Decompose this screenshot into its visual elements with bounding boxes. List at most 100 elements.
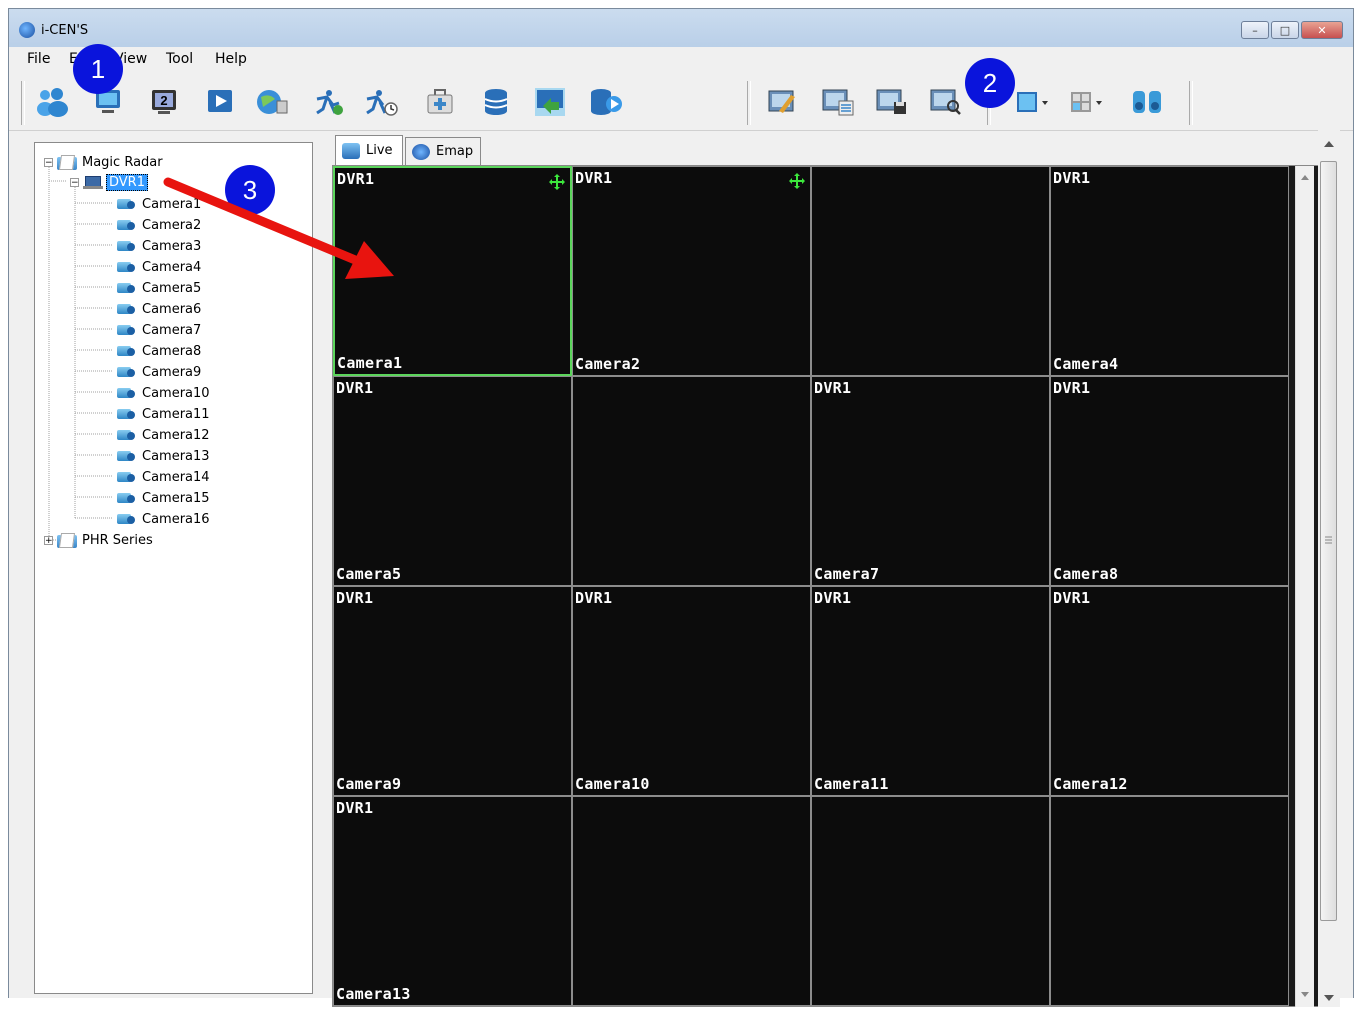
camera-cell[interactable]: [811, 166, 1050, 376]
tree-node-phr-series[interactable]: + PHR Series: [44, 530, 153, 550]
cell-dvr-label: DVR1: [1053, 379, 1091, 397]
tree-node-label: DVR1: [106, 173, 148, 191]
camera-cell[interactable]: DVR1 Camera10: [572, 586, 811, 796]
collapse-toggle[interactable]: −: [44, 157, 53, 167]
collapse-toggle[interactable]: −: [70, 177, 79, 187]
cell-dvr-label: DVR1: [336, 379, 374, 397]
tree-node-label: Camera15: [142, 490, 210, 506]
camera-cell[interactable]: DVR1 Camera11: [811, 586, 1050, 796]
image-search-icon[interactable]: [929, 85, 963, 119]
runner-icon[interactable]: [311, 85, 345, 119]
tree-node-magic-radar[interactable]: − Magic Radar: [44, 152, 163, 172]
tree-node-label: Camera8: [142, 343, 202, 359]
app-window: i-CEN'S – □ ✕ File Edit View Tool Help 2: [8, 8, 1354, 1007]
camera-icon: [115, 322, 137, 338]
binoculars-icon[interactable]: [1127, 85, 1167, 119]
device-tree[interactable]: − Magic Radar − DVR1 Camera1 Camera2 Cam…: [34, 142, 313, 994]
cell-dvr-label: DVR1: [336, 799, 374, 817]
cell-camera-label: Camera12: [1053, 775, 1128, 793]
grid-scrollbar[interactable]: [1295, 166, 1314, 1007]
play-icon[interactable]: [203, 85, 237, 119]
tree-node-camera[interactable]: Camera10: [115, 383, 210, 403]
tree-node-label: Camera7: [142, 322, 202, 338]
cell-camera-label: Camera1: [337, 354, 403, 372]
tree-node-camera[interactable]: Camera1: [115, 194, 201, 214]
expand-toggle[interactable]: +: [44, 535, 53, 545]
cell-dvr-label: DVR1: [336, 589, 374, 607]
tree-node-camera[interactable]: Camera3: [115, 236, 201, 256]
tree-node-label: Camera9: [142, 364, 202, 380]
globe-icon[interactable]: [255, 85, 289, 119]
camera-cell[interactable]: DVR1 Camera5: [333, 376, 572, 586]
image-save-icon[interactable]: [875, 85, 909, 119]
cell-dvr-label: DVR1: [814, 379, 852, 397]
close-button[interactable]: ✕: [1301, 21, 1343, 39]
tree-node-camera[interactable]: Camera5: [115, 278, 201, 298]
database-icon[interactable]: [479, 85, 513, 119]
menu-tool[interactable]: Tool: [166, 51, 193, 67]
tree-node-camera[interactable]: Camera14: [115, 467, 210, 487]
cell-dvr-label: DVR1: [575, 169, 613, 187]
camera-cell[interactable]: DVR1 Camera7: [811, 376, 1050, 586]
export-icon[interactable]: [533, 85, 567, 119]
camera-cell[interactable]: DVR1 Camera12: [1050, 586, 1289, 796]
camera-cell[interactable]: DVR1 Camera2: [572, 166, 811, 376]
tree-node-camera[interactable]: Camera16: [115, 509, 210, 529]
tree-node-label: Camera16: [142, 511, 210, 527]
camera-cell[interactable]: DVR1 Camera4: [1050, 166, 1289, 376]
camera-cell[interactable]: [572, 376, 811, 586]
move-icon[interactable]: [548, 173, 566, 191]
camera-cell[interactable]: DVR1 Camera13: [333, 796, 572, 1006]
image-list-icon[interactable]: [821, 85, 855, 119]
live-panel: Live Emap DVR1 Camera1 DVR1 Camera2 DVR1…: [325, 127, 1357, 1007]
tree-node-label: Camera11: [142, 406, 210, 422]
layout-split-icon[interactable]: [1067, 85, 1107, 119]
tree-node-dvr1[interactable]: − DVR1: [70, 172, 148, 192]
title-bar[interactable]: i-CEN'S – □ ✕: [9, 9, 1353, 47]
camera-cell[interactable]: DVR1 Camera1: [333, 166, 572, 376]
runner-clock-icon[interactable]: [365, 85, 399, 119]
camera-icon: [115, 364, 137, 380]
minimize-button[interactable]: –: [1241, 21, 1269, 39]
camera-cell[interactable]: DVR1 Camera9: [333, 586, 572, 796]
layout-grid-icon[interactable]: [1013, 85, 1053, 119]
tree-node-camera[interactable]: Camera12: [115, 425, 210, 445]
tree-node-camera[interactable]: Camera6: [115, 299, 201, 319]
menu-help[interactable]: Help: [215, 51, 247, 67]
users-icon[interactable]: [35, 85, 69, 119]
tree-node-camera[interactable]: Camera4: [115, 257, 201, 277]
maximize-button[interactable]: □: [1271, 21, 1299, 39]
tree-node-label: Camera3: [142, 238, 202, 254]
tab-live[interactable]: Live: [335, 135, 403, 165]
camera-cell[interactable]: DVR1 Camera8: [1050, 376, 1289, 586]
tree-node-camera[interactable]: Camera15: [115, 488, 210, 508]
tab-emap[interactable]: Emap: [405, 137, 481, 165]
menu-file[interactable]: File: [27, 51, 50, 67]
database-play-icon[interactable]: [589, 85, 623, 119]
camera-cell[interactable]: [1050, 796, 1289, 1006]
tree-node-camera[interactable]: Camera8: [115, 341, 201, 361]
tree-node-camera[interactable]: Camera13: [115, 446, 210, 466]
cell-camera-label: Camera2: [575, 355, 641, 373]
camera-cell[interactable]: [572, 796, 811, 1006]
camera-cell[interactable]: [811, 796, 1050, 1006]
camera-icon: [115, 196, 137, 212]
window-title: i-CEN'S: [41, 23, 89, 38]
tree-node-camera[interactable]: Camera9: [115, 362, 201, 382]
camera-icon: [115, 238, 137, 254]
toolbar-grip[interactable]: [21, 81, 25, 125]
move-icon[interactable]: [788, 172, 806, 190]
scrollbar-thumb[interactable]: [1320, 161, 1337, 921]
cell-camera-label: Camera10: [575, 775, 650, 793]
tree-node-label: Camera12: [142, 427, 210, 443]
medical-kit-icon[interactable]: [423, 85, 457, 119]
tree-node-camera[interactable]: Camera2: [115, 215, 201, 235]
tab-label: Live: [366, 143, 393, 158]
scroll-arrows: [1301, 175, 1309, 997]
panel-scrollbar[interactable]: [1318, 127, 1340, 1007]
tree-node-camera[interactable]: Camera7: [115, 320, 201, 340]
image-edit-icon[interactable]: [765, 85, 799, 119]
tree-node-camera[interactable]: Camera11: [115, 404, 210, 424]
camera-icon: [115, 301, 137, 317]
monitor-2-icon[interactable]: 2: [147, 85, 181, 119]
